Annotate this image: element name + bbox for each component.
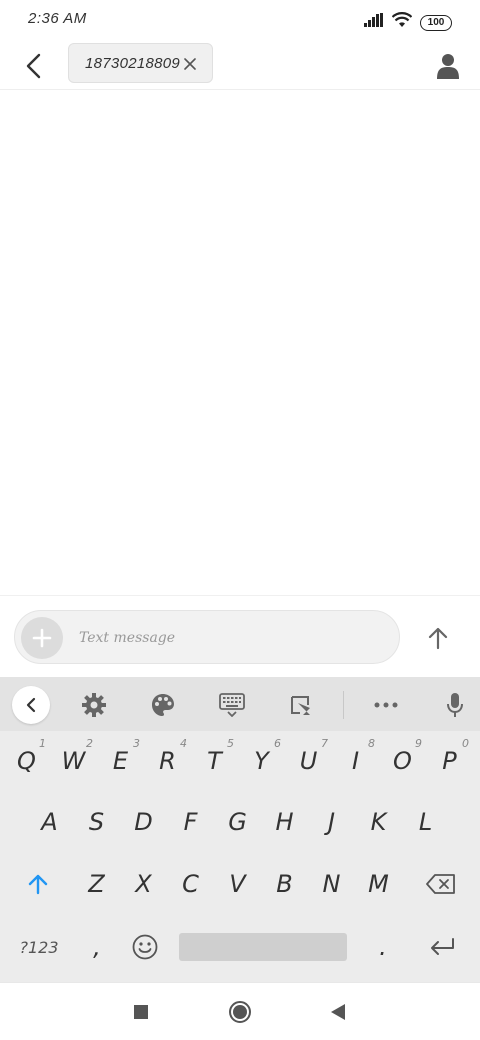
enter-key[interactable] [416, 917, 468, 977]
smiley-icon [132, 934, 158, 960]
key-y[interactable]: Y6 [238, 731, 285, 791]
triangle-back-icon [331, 1004, 345, 1020]
conversation-header: 18730218809 [0, 40, 480, 90]
key-g[interactable]: G [214, 792, 261, 852]
key-i[interactable]: I8 [332, 731, 379, 791]
back-button[interactable] [16, 48, 52, 84]
period-key[interactable]: . [360, 917, 406, 977]
plus-icon [32, 628, 52, 648]
keyboard-mode-button[interactable] [212, 685, 252, 725]
person-icon [437, 54, 459, 79]
more-horizontal-icon [374, 702, 398, 708]
key-h[interactable]: H [261, 792, 308, 852]
chevron-left-icon [26, 697, 36, 713]
remove-recipient-button[interactable] [180, 54, 200, 74]
message-list [0, 91, 480, 595]
key-n[interactable]: N [308, 854, 355, 914]
key-q[interactable]: Q1 [3, 731, 50, 791]
key-s[interactable]: S [73, 792, 120, 852]
key-k[interactable]: K [355, 792, 402, 852]
contact-button[interactable] [430, 48, 466, 84]
theme-button[interactable] [143, 685, 183, 725]
status-time: 2:36 AM [28, 10, 87, 27]
palette-icon [152, 694, 174, 716]
key-m[interactable]: M [355, 854, 402, 914]
collapse-toolbar-button[interactable] [12, 686, 50, 724]
space-key[interactable] [179, 933, 347, 961]
wifi-icon [391, 12, 413, 33]
key-o[interactable]: O9 [379, 731, 426, 791]
backspace-key[interactable] [412, 854, 470, 914]
key-row-3: Z X C V B N M [0, 854, 480, 914]
key-b[interactable]: B [261, 854, 308, 914]
chevron-left-icon [26, 53, 41, 79]
signal-icon [364, 13, 384, 32]
key-a[interactable]: A [26, 792, 73, 852]
key-e[interactable]: E3 [97, 731, 144, 791]
system-nav-bar [0, 982, 480, 1040]
compose-field [14, 610, 400, 664]
shift-arrow-icon [28, 874, 48, 895]
send-button[interactable] [418, 618, 458, 658]
key-row-1: Q1 W2 E3 R4 T5 Y6 U7 I8 O9 P0 [0, 731, 480, 791]
key-x[interactable]: X [120, 854, 167, 914]
arrow-up-icon [428, 627, 448, 650]
key-j[interactable]: J [308, 792, 355, 852]
more-options-button[interactable] [366, 685, 406, 725]
microphone-icon [447, 693, 463, 717]
key-d[interactable]: D [120, 792, 167, 852]
key-l[interactable]: L [402, 792, 449, 852]
shift-key[interactable] [10, 854, 66, 914]
key-t[interactable]: T5 [191, 731, 238, 791]
message-input[interactable] [79, 619, 379, 657]
close-icon [184, 58, 196, 70]
keyboard: Q1 W2 E3 R4 T5 Y6 U7 I8 O9 P0 A S D F G … [0, 677, 480, 982]
toolbar-divider [343, 691, 344, 719]
recents-button[interactable] [126, 997, 156, 1027]
key-u[interactable]: U7 [285, 731, 332, 791]
status-bar: 2:36 AM 100 [0, 0, 480, 40]
battery-icon: 100 [420, 14, 452, 31]
key-row-2: A S D F G H J K L [0, 792, 480, 852]
backspace-icon [426, 874, 455, 894]
emoji-key[interactable] [122, 917, 168, 977]
compose-bar [0, 595, 480, 677]
key-c[interactable]: C [167, 854, 214, 914]
recipient-chip[interactable]: 18730218809 [68, 43, 213, 83]
key-p[interactable]: P0 [426, 731, 473, 791]
key-f[interactable]: F [167, 792, 214, 852]
settings-button[interactable] [74, 685, 114, 725]
circle-icon [229, 1001, 251, 1023]
resize-icon [291, 696, 310, 715]
key-v[interactable]: V [214, 854, 261, 914]
key-z[interactable]: Z [73, 854, 120, 914]
clipboard-button[interactable] [280, 685, 320, 725]
key-row-4: ?123 , . [0, 917, 480, 977]
status-icons: 100 [364, 12, 452, 33]
comma-key[interactable]: , [74, 917, 120, 977]
voice-input-button[interactable] [435, 685, 475, 725]
gear-icon [82, 693, 106, 717]
symbols-key[interactable]: ?123 [10, 917, 68, 977]
key-r[interactable]: R4 [144, 731, 191, 791]
recipient-number: 18730218809 [85, 54, 181, 72]
square-icon [134, 1005, 148, 1019]
keyboard-icon [219, 693, 245, 717]
enter-icon [431, 938, 454, 955]
home-button[interactable] [225, 997, 255, 1027]
add-attachment-button[interactable] [21, 617, 63, 659]
back-nav-button[interactable] [323, 997, 353, 1027]
key-w[interactable]: W2 [50, 731, 97, 791]
keyboard-toolbar [0, 677, 480, 731]
